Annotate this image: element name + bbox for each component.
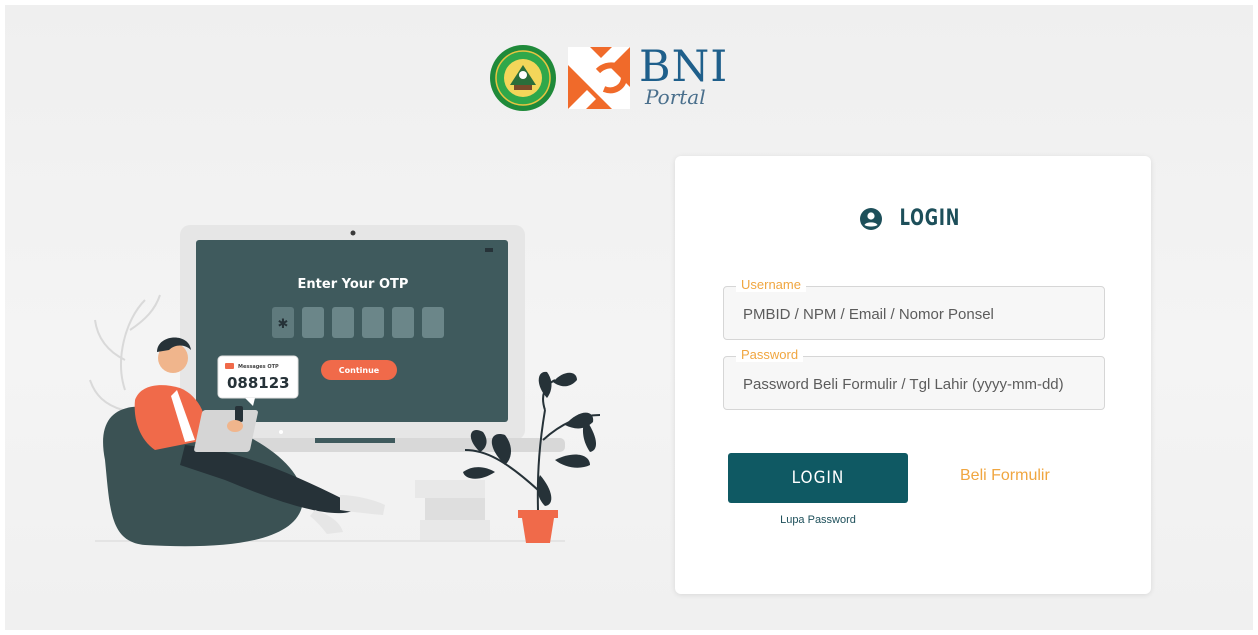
username-field: Username — [723, 277, 1105, 340]
otp-first-char: ✱ — [278, 317, 289, 332]
bni-logo-mark — [568, 47, 630, 109]
otp-illustration: Enter Your OTP ✱ Continue Messages OTP 0… — [89, 225, 601, 547]
password-input[interactable] — [724, 357, 1104, 409]
login-card: LOGIN Username Password LOGIN Beli Formu… — [675, 156, 1151, 594]
page-background: BNI Portal Enter Your OTP ✱ Continue Mes… — [5, 5, 1253, 630]
login-header: LOGIN — [675, 206, 1151, 231]
username-input[interactable] — [724, 287, 1104, 339]
login-button[interactable]: LOGIN — [728, 453, 908, 503]
user-circle-icon — [860, 207, 883, 230]
forgot-password-link[interactable]: Lupa Password — [728, 514, 908, 526]
continue-label: Continue — [339, 366, 380, 375]
university-emblem-logo — [490, 45, 556, 111]
otp-message-code: 088123 — [227, 374, 290, 392]
otp-message-label: Messages OTP — [238, 364, 279, 370]
login-title: LOGIN — [899, 206, 961, 231]
brand-subtitle: Portal — [645, 85, 706, 109]
brand-name: BNI — [639, 42, 729, 92]
password-field: Password — [723, 347, 1105, 410]
otp-screen-title: Enter Your OTP — [298, 277, 409, 292]
buy-form-link[interactable]: Beli Formulir — [960, 467, 1050, 485]
